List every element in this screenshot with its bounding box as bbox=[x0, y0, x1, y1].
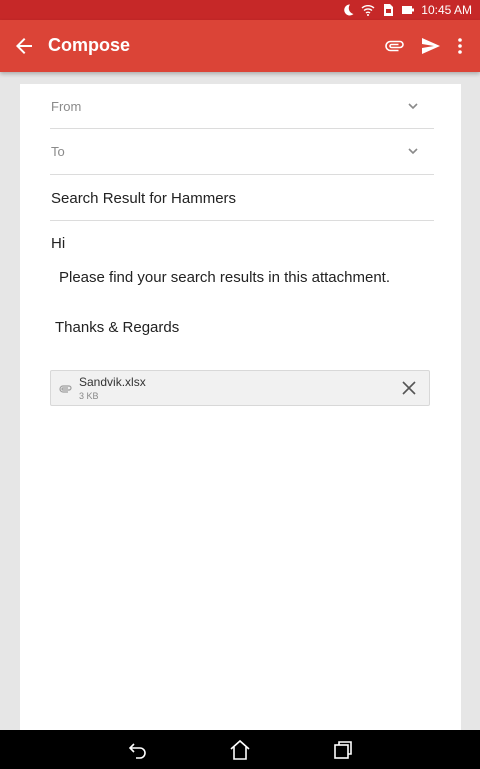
body-greeting[interactable]: Hi bbox=[51, 235, 65, 252]
sim-card-icon bbox=[384, 4, 394, 16]
compose-sheet: From To Search Result for Hammers Hi Ple… bbox=[20, 84, 461, 730]
chevron-down-icon[interactable] bbox=[406, 99, 420, 113]
page-title: Compose bbox=[48, 35, 131, 55]
attachment-file-size: 3 KB bbox=[79, 391, 99, 401]
status-bar: 10:45 AM bbox=[0, 0, 480, 20]
back-arrow-icon[interactable] bbox=[12, 34, 36, 58]
from-label: From bbox=[51, 99, 82, 114]
body-message[interactable]: Please find your search results in this … bbox=[59, 269, 390, 286]
attachment-file-name: Sandvik.xlsx bbox=[79, 375, 146, 389]
paperclip-icon bbox=[59, 385, 72, 393]
navigation-bar bbox=[0, 730, 480, 769]
to-field[interactable]: To bbox=[50, 129, 434, 175]
attachment-chip[interactable]: Sandvik.xlsx 3 KB bbox=[50, 370, 430, 406]
attach-icon[interactable] bbox=[382, 34, 406, 58]
wifi-icon bbox=[361, 5, 375, 16]
close-icon[interactable] bbox=[401, 380, 417, 396]
send-icon[interactable] bbox=[419, 34, 443, 58]
app-bar: Compose bbox=[0, 20, 480, 72]
more-vert-icon[interactable] bbox=[448, 34, 472, 58]
home-icon[interactable] bbox=[228, 738, 252, 762]
to-label: To bbox=[51, 144, 65, 159]
back-icon[interactable] bbox=[126, 738, 150, 762]
from-field[interactable]: From bbox=[50, 84, 434, 129]
moon-icon bbox=[344, 4, 354, 16]
status-time: 10:45 AM bbox=[421, 3, 472, 17]
body-closing[interactable]: Thanks & Regards bbox=[55, 319, 179, 336]
subject-input[interactable]: Search Result for Hammers bbox=[51, 190, 236, 207]
status-icons: 10:45 AM bbox=[341, 0, 472, 20]
chevron-down-icon[interactable] bbox=[406, 144, 420, 158]
recents-icon[interactable] bbox=[331, 738, 355, 762]
battery-icon bbox=[402, 6, 415, 14]
